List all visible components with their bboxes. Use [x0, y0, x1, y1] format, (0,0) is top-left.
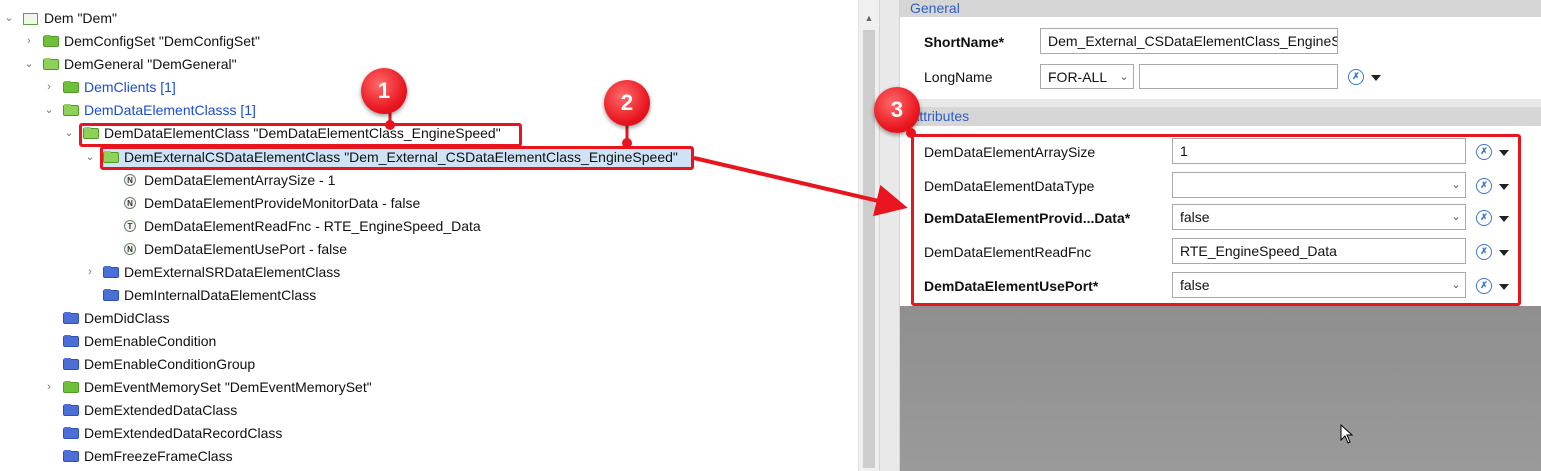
numeric-param-icon: N [124, 243, 136, 255]
chevron-down-icon[interactable]: ⌄ [84, 146, 96, 169]
folder-blue-icon [103, 289, 119, 301]
chevron-down-icon[interactable]: ⌄ [43, 99, 55, 122]
tree-item-label: DemDataElementReadFnc - RTE_EngineSpeed_… [144, 218, 481, 234]
callout-dot-3 [906, 128, 916, 138]
longname-field[interactable] [1139, 64, 1338, 89]
chevron-right-icon[interactable]: › [23, 30, 35, 53]
chevron-down-icon[interactable]: ⌄ [3, 7, 15, 30]
tree-item-demgeneral[interactable]: ⌄ DemGeneral "DemGeneral" [0, 53, 400, 76]
longname-language-select[interactable]: FOR-ALL ⌄ [1040, 64, 1134, 89]
folder-blue-icon [103, 266, 119, 278]
tree-item-label: DemFreezeFrameClass [84, 448, 233, 464]
callout-dot-1 [385, 120, 395, 130]
numeric-param-icon: N [124, 174, 136, 186]
chevron-down-icon[interactable]: ⌄ [1115, 65, 1133, 88]
tree-item-label: DemConfigSet "DemConfigSet" [64, 33, 260, 49]
tree-item-label: DemEnableCondition [84, 333, 217, 349]
tree-item-dem[interactable]: ⌄ Dem "Dem" [0, 7, 400, 30]
tree-item-label: DemExtendedDataClass [84, 402, 238, 418]
folder-open-green-icon [63, 104, 79, 116]
shortname-label: ShortName* [924, 34, 1005, 50]
tree-item-demenablecondition[interactable]: DemEnableCondition [0, 330, 400, 353]
tree-item-demfreezeframeclass[interactable]: DemFreezeFrameClass [0, 445, 400, 468]
chevron-down-icon[interactable]: ⌄ [63, 122, 75, 145]
tree-item-demextendeddataclass[interactable]: DemExtendedDataClass [0, 399, 400, 422]
scroll-up-icon[interactable]: ▲ [859, 10, 879, 26]
highlight-box-3 [911, 134, 1521, 306]
chevron-right-icon[interactable]: › [43, 76, 55, 99]
tree-item-label: DemDataElementClasss [1] [84, 102, 256, 118]
folder-blue-icon [63, 335, 79, 347]
folder-green-icon [43, 35, 59, 47]
properties-panel: General ShortName* Dem_External_CSDataEl… [900, 0, 1541, 471]
tree-panel: ⌄ Dem "Dem" › DemConfigSet "DemConfigSet… [0, 0, 858, 471]
tree-item-label: DemExternalSRDataElementClass [124, 264, 341, 280]
longname-label: LongName [924, 69, 993, 85]
tree-param-arraysize[interactable]: N DemDataElementArraySize - 1 [0, 169, 500, 192]
folder-green-icon [63, 81, 79, 93]
tree-item-demenableconditiongroup[interactable]: DemEnableConditionGroup [0, 353, 400, 376]
longname-language-value: FOR-ALL [1048, 69, 1108, 85]
shortname-field[interactable]: Dem_External_CSDataElementClass_EngineSp… [1040, 28, 1338, 54]
folder-blue-icon [63, 427, 79, 439]
tree-item-demconfigset[interactable]: › DemConfigSet "DemConfigSet" [0, 30, 400, 53]
general-section: ShortName* Dem_External_CSDataElementCla… [900, 17, 1541, 99]
dropdown-arrow-icon[interactable] [1371, 75, 1381, 81]
tree-scrollbar[interactable]: ▲ [858, 0, 879, 471]
text-param-icon: T [124, 220, 136, 232]
callout-badge-3: 3 [874, 87, 920, 133]
tree-item-demextendeddatarecordclass[interactable]: DemExtendedDataRecordClass [0, 422, 400, 445]
tree-item-label: DemEventMemorySet "DemEventMemorySet" [84, 379, 372, 395]
section-separator [900, 99, 1541, 107]
folder-blue-icon [63, 358, 79, 370]
chevron-right-icon[interactable]: › [43, 376, 55, 399]
chevron-right-icon[interactable]: › [84, 261, 96, 284]
highlight-box-2 [100, 146, 694, 170]
tree-item-demdidclass[interactable]: DemDidClass [0, 307, 400, 330]
module-icon [23, 13, 38, 25]
tree-item-demdataelementclasss[interactable]: ⌄ DemDataElementClasss [1] [0, 99, 400, 122]
tree-item-label: Dem "Dem" [44, 10, 117, 26]
folder-blue-icon [63, 312, 79, 324]
tree-item-label: DemDidClass [84, 310, 170, 326]
tree-param-readfnc[interactable]: T DemDataElementReadFnc - RTE_EngineSpee… [0, 215, 500, 238]
action-icon[interactable]: ✗ [1348, 69, 1364, 85]
tree-item-label: DemGeneral "DemGeneral" [64, 56, 237, 72]
mouse-cursor-icon [1340, 424, 1354, 444]
tree-item-demeventmemoryset[interactable]: › DemEventMemorySet "DemEventMemorySet" [0, 376, 400, 399]
tree-item-label: DemInternalDataElementClass [124, 287, 317, 303]
callout-badge-1: 1 [361, 68, 407, 114]
panel-splitter[interactable] [879, 0, 900, 471]
numeric-param-icon: N [124, 197, 136, 209]
tree-item-label: DemDataElementUsePort - false [144, 241, 348, 257]
tree-item-label: DemExtendedDataRecordClass [84, 425, 283, 441]
highlight-box-1 [79, 123, 522, 147]
tree-item-label: DemDataElementProvideMonitorData - false [144, 195, 421, 211]
scrollbar-thumb[interactable] [863, 30, 875, 468]
chevron-down-icon[interactable]: ⌄ [23, 53, 35, 76]
tree-param-providemonitordata[interactable]: N DemDataElementProvideMonitorData - fal… [0, 192, 500, 215]
tree-param-useport[interactable]: N DemDataElementUsePort - false [0, 238, 500, 261]
callout-dot-2 [622, 138, 632, 148]
tree-item-label: DemEnableConditionGroup [84, 356, 256, 372]
folder-blue-icon [63, 404, 79, 416]
tree-item-demexternalsrdataelementclass[interactable]: › DemExternalSRDataElementClass [0, 261, 500, 284]
callout-badge-2: 2 [604, 80, 650, 126]
tree-item-demclients[interactable]: › DemClients [1] [0, 76, 400, 99]
folder-green-icon [63, 381, 79, 393]
folder-blue-icon [63, 450, 79, 462]
section-header-attributes[interactable]: Attributes [900, 107, 1541, 126]
folder-open-green-icon [43, 58, 59, 70]
tree-item-label: DemClients [1] [84, 79, 176, 95]
tree-item-deminternaldataelementclass[interactable]: DemInternalDataElementClass [0, 284, 500, 307]
tree-item-label: DemDataElementArraySize - 1 [144, 172, 336, 188]
section-header-general[interactable]: General [900, 0, 1541, 17]
